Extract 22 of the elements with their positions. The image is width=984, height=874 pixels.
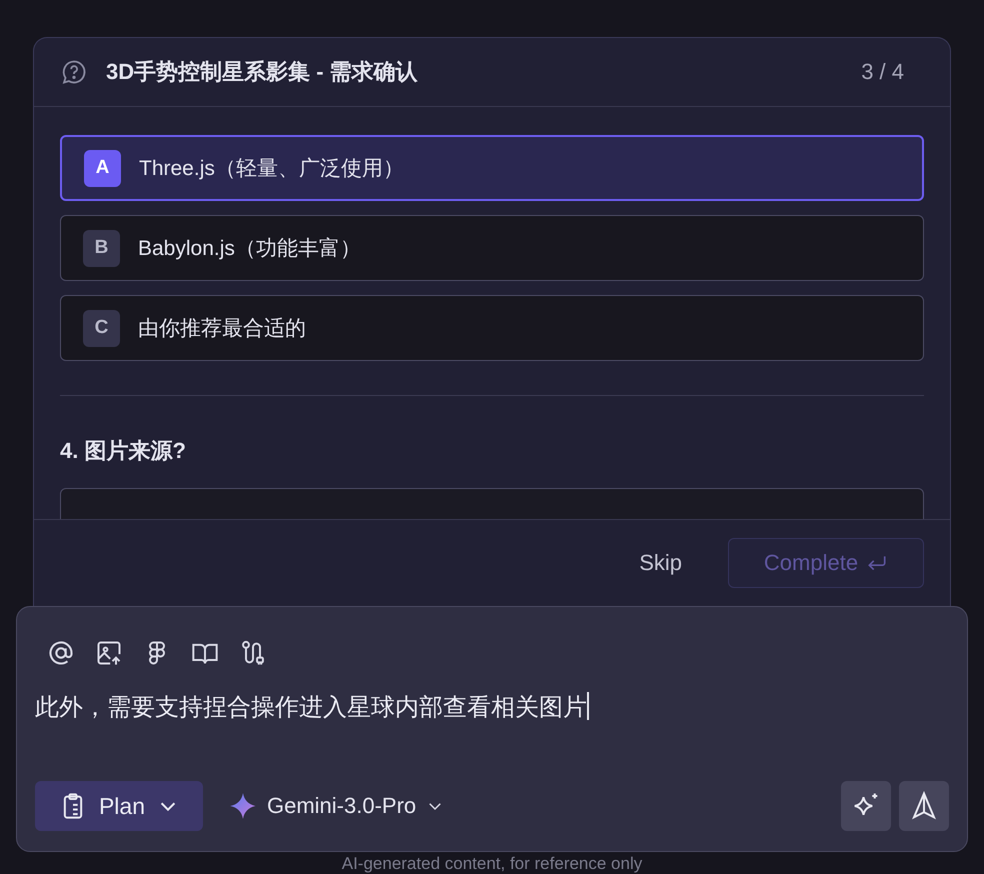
progress-counter: 3 / 4	[861, 59, 904, 85]
option-letter: C	[83, 310, 120, 346]
model-dropdown[interactable]: Gemini-3.0-Pro	[223, 791, 450, 821]
question-icon	[60, 58, 88, 86]
option-letter: A	[84, 150, 121, 186]
enhance-button[interactable]	[841, 781, 891, 831]
input-field[interactable]: 此外，需要支持捏合操作进入星球内部查看相关图片	[35, 691, 949, 751]
skip-button[interactable]: Skip	[633, 549, 688, 577]
question-title: 4. 图片来源?	[60, 437, 187, 465]
option-letter: B	[83, 230, 120, 266]
option-button[interactable]: C 由你推荐最合适的	[60, 295, 924, 361]
sparkle-icon	[229, 792, 257, 820]
send-button[interactable]	[899, 781, 949, 831]
disclaimer-text: AI-generated content, for reference only	[342, 854, 642, 874]
image-upload-icon[interactable]	[95, 639, 123, 667]
option-button[interactable]: A Three.js（轻量、广泛使用）	[60, 135, 924, 201]
mention-icon[interactable]	[47, 639, 75, 667]
dialog-title: 3D手势控制星系影集 - 需求确认	[106, 58, 419, 86]
return-icon	[866, 554, 888, 572]
mode-dropdown[interactable]: Plan	[35, 781, 203, 831]
option-button[interactable]: B Babylon.js（功能丰富）	[60, 215, 924, 281]
workflow-icon[interactable]	[239, 639, 267, 667]
